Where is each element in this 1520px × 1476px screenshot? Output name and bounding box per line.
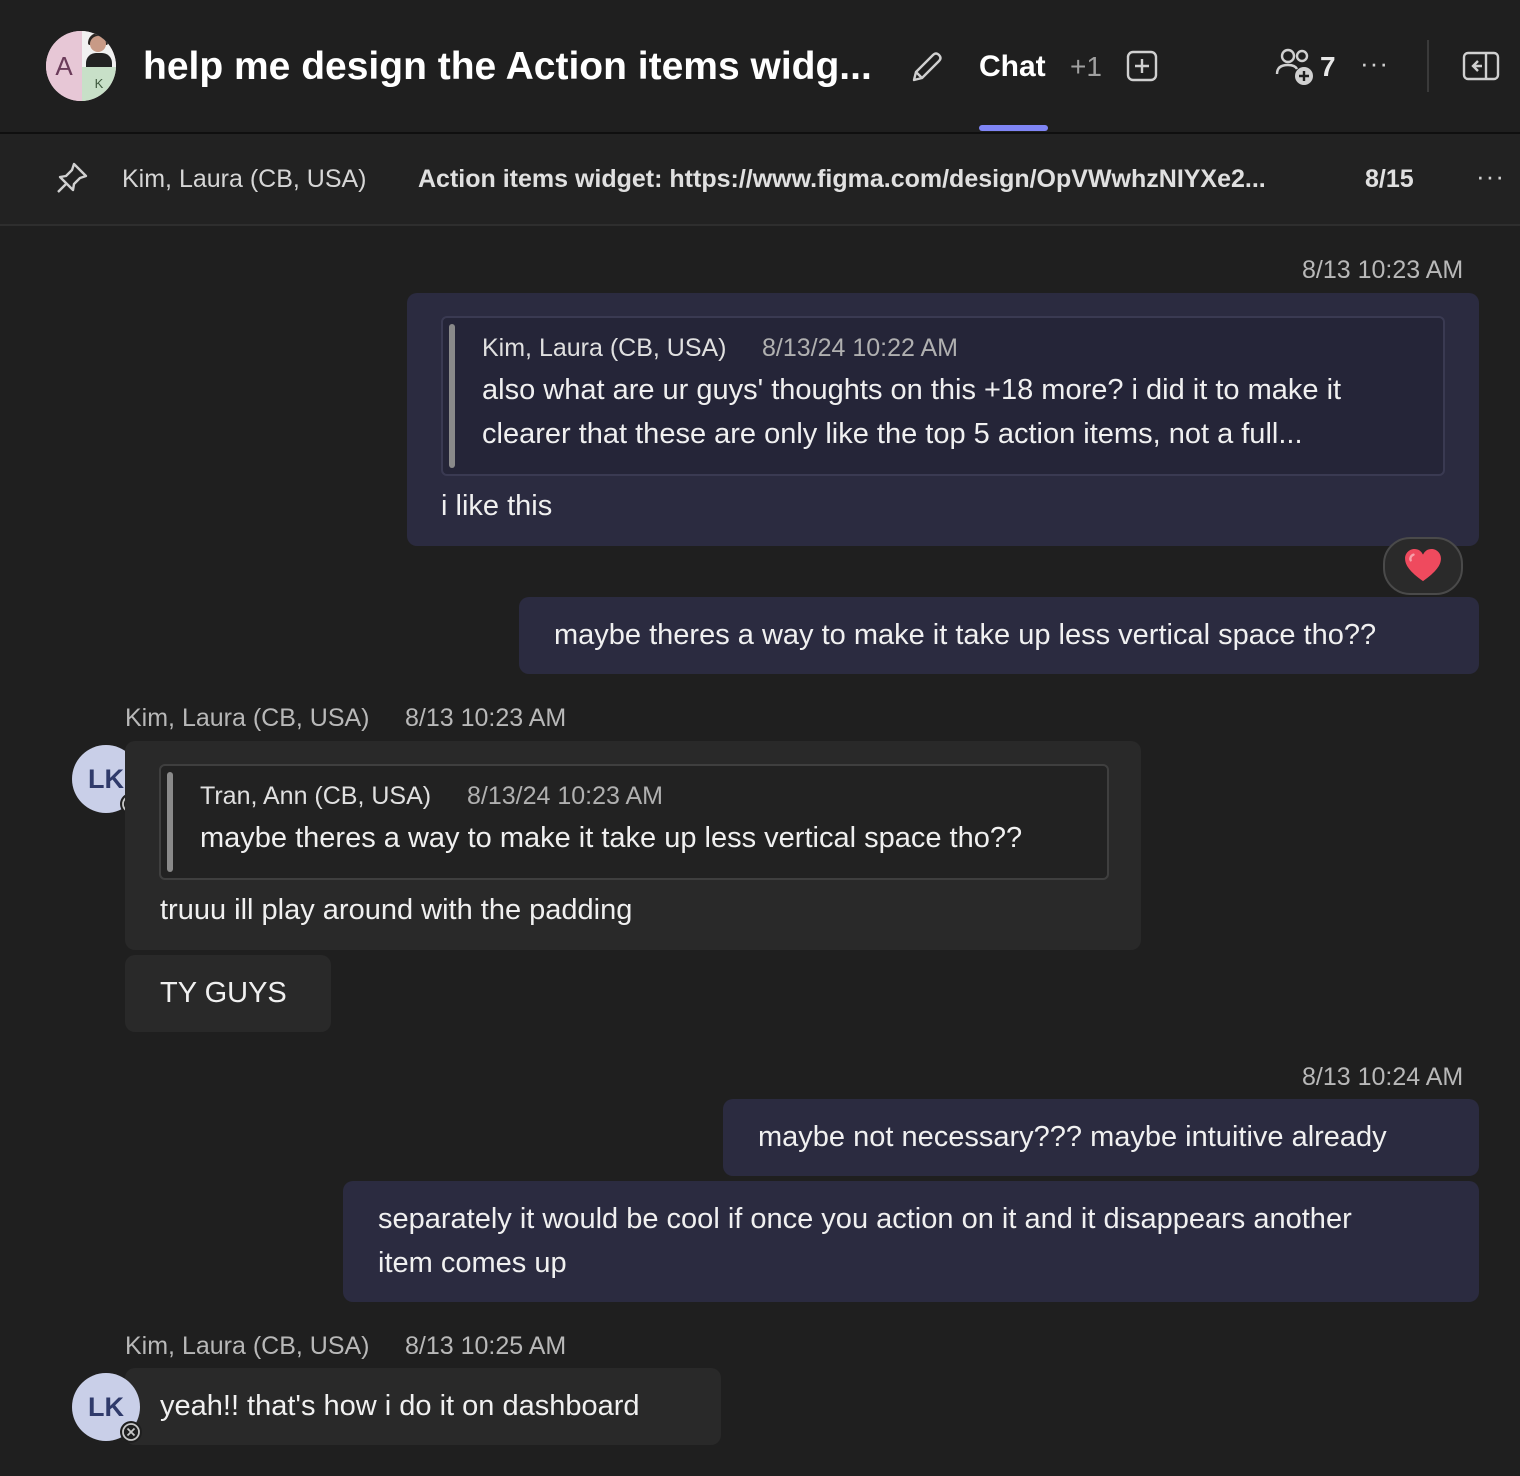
avatar-letter-a: A	[46, 31, 82, 101]
message-timestamp: 8/13 10:25 AM	[405, 1332, 567, 1360]
message-text: yeah!! that's how i do it on dashboard	[160, 1390, 640, 1422]
message-text: truuu ill play around with the padding	[160, 894, 633, 926]
message-text: separately it would be cool if once you …	[378, 1203, 1352, 1279]
avatar-photo	[82, 31, 116, 67]
header-divider	[1427, 40, 1429, 92]
heart-icon	[1405, 549, 1441, 582]
quote-text: maybe theres a way to make it take up le…	[200, 822, 1023, 854]
pinned-author: Kim, Laura (CB, USA)	[122, 165, 367, 193]
status-offline-icon	[120, 1421, 142, 1443]
tab-more[interactable]: +1	[1070, 50, 1102, 84]
tab-chat-active-indicator	[979, 125, 1048, 131]
quote-text: also what are ur guys' thoughts on this …	[482, 374, 1342, 450]
quote-date: 8/13/24 10:23 AM	[467, 782, 663, 810]
message-text: maybe theres a way to make it take up le…	[554, 619, 1377, 651]
people-add-icon[interactable]	[1274, 46, 1316, 88]
quote-bar	[167, 772, 173, 872]
message-timestamp: 8/13 10:23 AM	[405, 704, 567, 732]
quote-bar	[449, 324, 455, 468]
avatar-letter-k: K	[82, 67, 116, 101]
add-tab-icon[interactable]	[1126, 50, 1158, 82]
message-text: TY GUYS	[160, 977, 287, 1009]
quote-date: 8/13/24 10:22 AM	[762, 334, 958, 362]
chat-header: A K help me design the Action items widg…	[0, 0, 1520, 134]
more-icon[interactable]: ···	[1360, 50, 1392, 78]
sender-name[interactable]: Kim, Laura (CB, USA)	[125, 702, 370, 734]
message-timestamp: 8/13 10:24 AM	[1302, 1063, 1464, 1091]
reaction-heart[interactable]	[1383, 537, 1463, 595]
message-text: i like this	[441, 490, 553, 522]
sender-name[interactable]: Kim, Laura (CB, USA)	[125, 1330, 370, 1362]
participants-count[interactable]: 7	[1320, 50, 1336, 84]
chat-title[interactable]: help me design the Action items widg...	[143, 40, 872, 94]
edit-icon[interactable]	[906, 48, 946, 88]
pinned-more-icon[interactable]: ···	[1476, 163, 1505, 189]
pinned-date: 8/15	[1365, 165, 1414, 193]
group-avatar[interactable]: A K	[46, 31, 116, 101]
tab-chat[interactable]: Chat	[979, 48, 1046, 86]
message-text: maybe not necessary??? maybe intuitive a…	[758, 1121, 1387, 1153]
message-timestamp: 8/13 10:23 AM	[1302, 256, 1464, 284]
quote-author: Kim, Laura (CB, USA)	[482, 334, 727, 362]
pinned-text[interactable]: Action items widget: https://www.figma.c…	[418, 163, 1266, 195]
quote-author: Tran, Ann (CB, USA)	[200, 782, 432, 810]
pin-icon	[57, 162, 88, 193]
panel-icon[interactable]	[1462, 50, 1500, 82]
